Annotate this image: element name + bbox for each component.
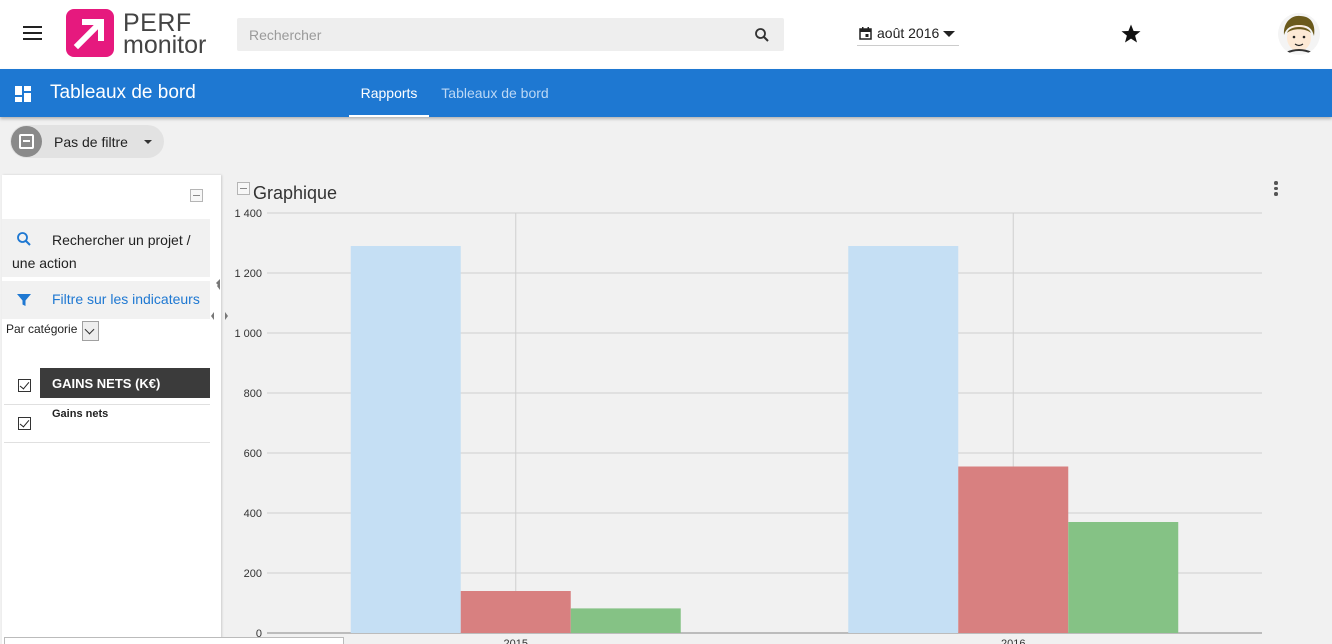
x-axis: 2015 2016 — [504, 638, 1026, 644]
indicator-filter-label: Filtre sur les indicateurs — [52, 291, 200, 307]
top-header: PERF monitor août 2016 — [0, 0, 1332, 69]
category-select-value: Par catégorie — [6, 322, 78, 336]
bar-2016-series-2[interactable] — [958, 466, 1069, 634]
search-project-label: Rechercher un projet / une action — [12, 232, 191, 271]
calendar-icon — [859, 27, 872, 40]
y-tick-label: 600 — [244, 448, 262, 460]
y-tick-label: 400 — [244, 508, 262, 520]
dashboard-icon[interactable] — [15, 86, 31, 102]
indicator-filter[interactable]: Filtre sur les indicateurs — [2, 281, 210, 319]
navigation-bar: Tableaux de bord Rapports Tableaux de bo… — [0, 69, 1332, 117]
category-select[interactable]: Par catégorie — [4, 320, 99, 342]
page-title: Tableaux de bord — [50, 82, 196, 103]
y-tick-label: 1 200 — [234, 268, 262, 280]
group-checkbox[interactable] — [18, 379, 31, 392]
search-icon[interactable] — [754, 27, 770, 43]
y-tick-label: 1 400 — [234, 208, 262, 220]
y-tick-label: 200 — [244, 568, 262, 580]
tab-rapports[interactable]: Rapports — [349, 69, 429, 117]
y-tick-label: 1 000 — [234, 328, 262, 340]
search-project-action[interactable]: Rechercher un projet / une action — [2, 219, 210, 277]
indicator-checkbox[interactable] — [18, 417, 31, 430]
more-options-icon[interactable] — [1268, 180, 1284, 198]
hamburger-menu-icon[interactable] — [18, 22, 48, 46]
collapse-chart-button[interactable] — [237, 182, 250, 195]
x-tick-label: 2015 — [504, 638, 528, 644]
indicator-label: Gains nets — [52, 408, 109, 420]
x-tick-label: 2016 — [1001, 638, 1025, 644]
chart-bars — [350, 246, 1179, 634]
funnel-icon — [17, 294, 31, 306]
month-picker[interactable]: août 2016 — [857, 22, 959, 46]
chevron-down-icon[interactable] — [82, 321, 99, 341]
caret-down-icon — [943, 31, 955, 37]
divider — [4, 442, 210, 443]
bar-chart: 0 200 400 600 800 1 000 1 200 1 400 2015 2016 — [234, 208, 1262, 644]
bar-2015-series-1[interactable] — [350, 246, 461, 633]
bar-2015-series-2[interactable] — [460, 591, 571, 633]
tab-tableaux-de-bord[interactable]: Tableaux de bord — [430, 69, 560, 117]
date-label: août 2016 — [877, 25, 940, 41]
indicator-group-header: GAINS NETS (K€) — [40, 368, 210, 398]
arrow-logo-icon — [66, 9, 114, 57]
divider — [4, 404, 210, 405]
y-tick-label: 800 — [244, 388, 262, 400]
y-tick-label: 0 — [256, 628, 262, 640]
logo-text-monitor: monitor — [123, 31, 207, 59]
left-panel: Rechercher un projet / une action Filtre… — [2, 175, 221, 644]
star-icon[interactable] — [1119, 22, 1143, 46]
filter-box-icon — [11, 126, 42, 157]
caret-down-icon — [144, 140, 152, 144]
bar-2015-series-3[interactable] — [570, 608, 681, 633]
filter-chip-label: Pas de filtre — [54, 134, 128, 150]
bar-2016-series-1[interactable] — [848, 246, 959, 633]
bar-2016-series-3[interactable] — [1068, 522, 1179, 633]
user-avatar[interactable] — [1278, 13, 1320, 55]
filter-selector[interactable]: Pas de filtre — [10, 125, 164, 158]
collapse-panel-button[interactable] — [190, 189, 203, 202]
perf-monitor-logo[interactable]: PERF monitor — [66, 9, 231, 59]
search-input[interactable] — [237, 18, 747, 51]
search-bar — [237, 18, 784, 51]
y-axis: 0 200 400 600 800 1 000 1 200 1 400 — [234, 208, 262, 640]
